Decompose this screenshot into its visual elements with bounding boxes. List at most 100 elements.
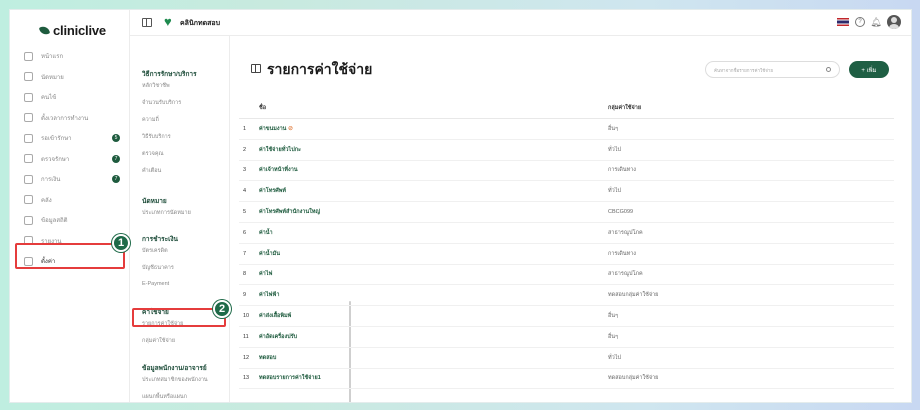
table-row[interactable]: 13 ทดสอบรายการค่าใช้จ่าย1 ทดสอบกลุ่มค่าใช้… [239, 369, 894, 390]
avatar[interactable] [887, 15, 901, 29]
sidebar-item-7[interactable]: คลัง [10, 190, 130, 211]
row-number: 5 [243, 209, 247, 216]
table-row[interactable]: 1 ค่าขนมงาน ⊘ อื่นๆ [239, 119, 894, 140]
table-row[interactable]: 5 ค่าโทรศัพท์สำนักงานใหญ่ CBCG099 [239, 202, 894, 223]
page-title: รายการค่าใช้จ่าย [267, 61, 373, 77]
sidebar-item-2[interactable]: คนไข้ [10, 87, 130, 108]
add-button[interactable]: + เพิ่ม [849, 61, 889, 78]
row-name: ค่าเจ้าหน้าที่งาน [259, 167, 298, 174]
submenu-item[interactable]: จำนวนรับบริการ [142, 99, 181, 107]
row-number: 11 [243, 333, 249, 340]
sidebar-item-1[interactable]: นัดหมาย [10, 67, 130, 88]
row-name: ค่าน้ำมัน [259, 250, 281, 257]
row-name: ค่าไฟ [259, 271, 273, 278]
row-name-cell[interactable]: ค่าโทรศัพท์ [259, 187, 608, 195]
submenu-item[interactable]: บัตรเครดิต [142, 247, 168, 255]
table-row[interactable]: 12 ทดสอบ ทั่วไป [239, 348, 894, 369]
row-name-cell[interactable]: ทดสอบ [259, 354, 608, 362]
submenu-item[interactable]: แผนกพื้นหรือแผนก [142, 393, 187, 401]
row-name: ค่าอัดเครื่องปรับ [259, 333, 298, 340]
table-row[interactable]: 7 ค่าน้ำมัน การเดินทาง [239, 244, 894, 265]
row-number: 8 [243, 271, 247, 278]
submenu-item[interactable]: กลุ่มค่าใช้จ่าย [142, 337, 175, 345]
sidebar-toggle-icon[interactable] [142, 18, 152, 27]
column-header-group[interactable]: กลุ่มค่าใช้จ่าย [588, 104, 641, 112]
row-group: ทั่วไป [608, 146, 621, 153]
row-name-cell[interactable]: ค่าน้ำมัน [259, 250, 608, 258]
step-marker-2: 2 [213, 300, 231, 318]
submenu-item[interactable]: คำเตือน [142, 167, 161, 175]
sidebar-item-label: รอเข้ารักษา [41, 136, 72, 143]
help-icon[interactable]: ? [855, 17, 865, 27]
submenu-item[interactable]: ประเภทสมาชิกของพนักงาน [142, 376, 208, 384]
row-group: ทั่วไป [608, 354, 621, 361]
sidebar-item-8[interactable]: ข้อมูลสถิติ [10, 210, 130, 231]
sidebar-item-label: ข้อมูลสถิติ [41, 218, 68, 225]
search-icon [826, 67, 831, 72]
sidebar-item-4[interactable]: รอเข้ารักษา 5 [10, 128, 130, 149]
table-row[interactable]: 3 ค่าเจ้าหน้าที่งาน การเดินทาง [239, 161, 894, 182]
row-number: 13 [243, 375, 250, 382]
step-marker-1: 1 [112, 234, 130, 252]
clock-icon [24, 113, 33, 123]
submenu-item[interactable]: E-Payment [142, 281, 169, 287]
row-name-cell[interactable]: ค่าส่งเสื้อพิมพ์ [259, 312, 608, 320]
sidebar: cliniclive หน้าแรกนัดหมายคนไข้ ตั้งเวลากา… [10, 10, 130, 402]
submenu-item[interactable]: ความถี่ [142, 116, 159, 124]
table-row[interactable]: 10 ค่าส่งเสื้อพิมพ์ อื่นๆ [239, 306, 894, 327]
count-badge: 5 [112, 134, 120, 142]
submenu-item[interactable]: ประเภทการนัดหมาย [142, 209, 191, 217]
row-group: สาธารณูปโภค [608, 229, 643, 236]
row-name-cell[interactable]: ค่าไฟ [259, 270, 608, 278]
row-name-cell[interactable]: ค่าใช้จ่ายทั่วไปกะ [259, 146, 608, 154]
search-input[interactable]: ค้นหาจากชื่อรายการค่าใช้จ่าย [705, 61, 840, 78]
row-name-cell[interactable]: ค่าอัดเครื่องปรับ [259, 333, 608, 341]
submenu-item[interactable]: วิธีรับบริการ [142, 133, 171, 141]
app-logo[interactable]: cliniclive [38, 23, 106, 38]
row-name-cell[interactable]: ค่าเจ้าหน้าที่งาน [259, 166, 608, 174]
sidebar-item-label: หน้าแรก [41, 54, 64, 61]
table-row[interactable]: 9 ค่าไฟฟ้า ทดสอบกลุ่มค่าใช้จ่าย [239, 285, 894, 307]
table-row[interactable]: 8 ค่าไฟ สาธารณูปโภค [239, 265, 894, 286]
row-name: ค่าส่งเสื้อพิมพ์ [259, 313, 292, 320]
sidebar-item-6[interactable]: การเงิน 7 [10, 169, 130, 190]
row-group: การเดินทาง [608, 250, 636, 257]
language-flag-icon[interactable] [837, 18, 849, 26]
main-content: รายการค่าใช้จ่าย ค้นหาจากชื่อรายการค่าใช… [231, 36, 911, 402]
home-icon [24, 51, 33, 61]
column-header-name[interactable]: ชื่อ [239, 104, 588, 112]
highlight-box-expense-list [132, 308, 226, 327]
row-name-cell[interactable]: ค่าน้ำ [259, 229, 608, 237]
sidebar-item-3[interactable]: ตั้งเวลาการทำงาน [10, 108, 130, 129]
row-name-cell[interactable]: ค่าไฟฟ้า [259, 291, 608, 299]
table-row[interactable]: 6 ค่าน้ำ สาธารณูปโภค [239, 223, 894, 244]
row-name-cell[interactable]: ค่าขนมงาน ⊘ [259, 125, 608, 133]
submenu-section-title: การชำระเงิน [142, 236, 178, 243]
table-row[interactable]: 4 ค่าโทรศัพท์ ทั่วไป [239, 181, 894, 203]
submenu-item[interactable]: หลักวิชาชีพ [142, 82, 170, 90]
sidebar-item-0[interactable]: หน้าแรก [10, 46, 130, 67]
row-number: 9 [243, 292, 247, 299]
table-row[interactable]: 2 ค่าใช้จ่ายทั่วไปกะ ทั่วไป [239, 140, 894, 161]
submenu-item[interactable]: ตรวจคุณ [142, 150, 164, 158]
expense-table: ชื่อ กลุ่มค่าใช้จ่าย 1 ค่าขนมงาน ⊘ อื่นๆ 2 ค… [239, 97, 894, 390]
sidebar-item-label: นัดหมาย [41, 74, 64, 81]
money-icon [24, 174, 33, 184]
submenu-section-title: วิธีการรักษา/บริการ [142, 71, 197, 78]
row-number: 1 [243, 125, 247, 132]
box-icon [24, 195, 33, 205]
bell-icon[interactable]: 🔔︎ [870, 17, 881, 27]
sidebar-item-5[interactable]: ตรวจรักษา 7 [10, 149, 130, 170]
row-name: ค่าโทรศัพท์สำนักงานใหญ่ [259, 209, 321, 216]
highlight-box-settings [15, 243, 125, 269]
row-group: ทดสอบกลุ่มค่าใช้จ่าย [608, 292, 659, 299]
row-name-cell[interactable]: ค่าโทรศัพท์สำนักงานใหญ่ [259, 208, 608, 216]
row-group: CBCG099 [608, 209, 634, 216]
row-name-cell[interactable]: ทดสอบรายการค่าใช้จ่าย1 [259, 374, 608, 382]
panel-icon [251, 64, 261, 73]
queue-icon [24, 133, 33, 143]
heart-icon: ♥ [164, 14, 172, 29]
row-group: อื่นๆ [608, 125, 619, 132]
table-row[interactable]: 11 ค่าอัดเครื่องปรับ อื่นๆ [239, 327, 894, 348]
submenu-item[interactable]: บัญชีธนาคาร [142, 264, 174, 272]
